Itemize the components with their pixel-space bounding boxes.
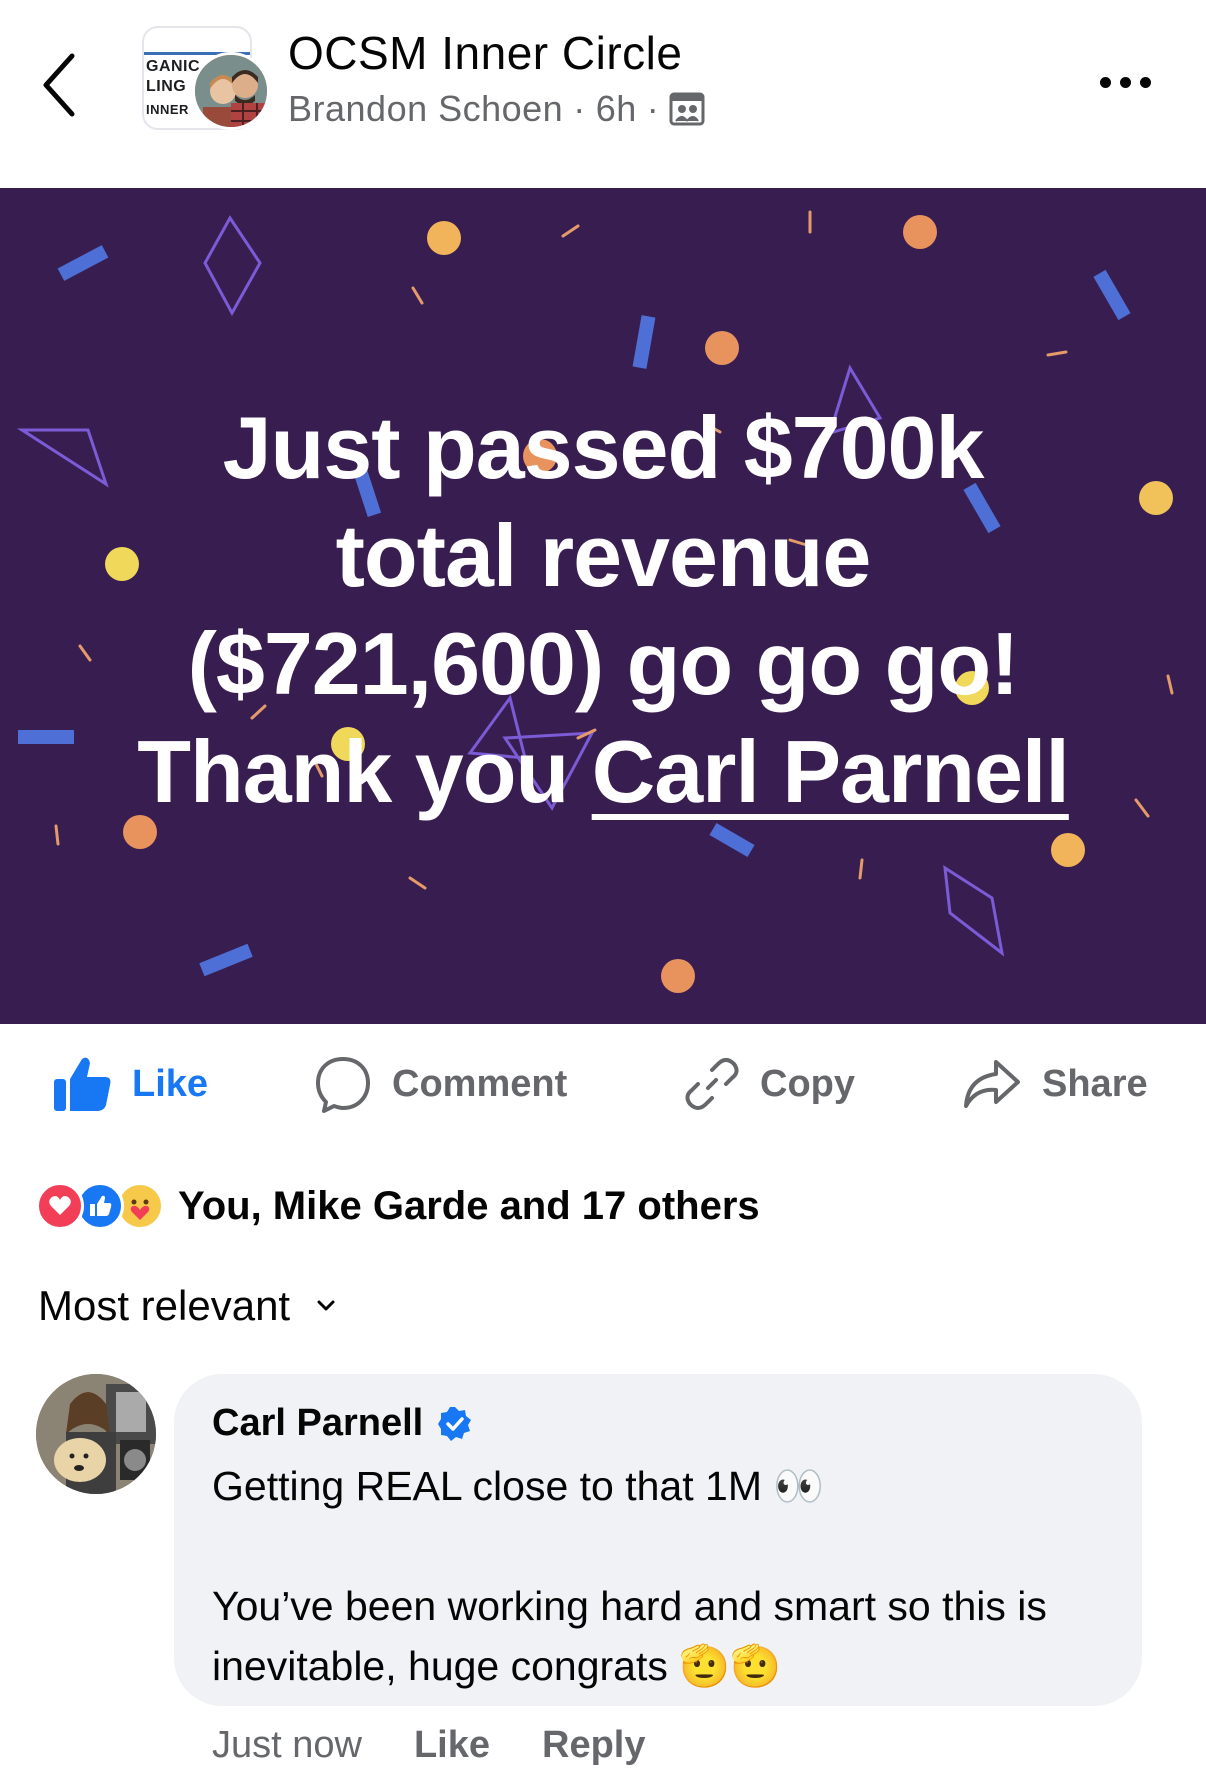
share-label: Share bbox=[1042, 1062, 1148, 1105]
comment-icon bbox=[316, 1057, 370, 1113]
reactions-summary[interactable]: You, Mike Garde and 17 others bbox=[36, 1176, 760, 1236]
like-label: Like bbox=[132, 1062, 209, 1105]
comment-author-name[interactable]: Carl Parnell bbox=[212, 1402, 423, 1445]
commenter-avatar[interactable] bbox=[36, 1374, 156, 1494]
comment-time[interactable]: Just now bbox=[212, 1724, 362, 1767]
comment-reply-button[interactable]: Reply bbox=[542, 1724, 645, 1767]
more-dot bbox=[1140, 76, 1151, 88]
separator: · bbox=[646, 88, 660, 129]
more-options-button[interactable] bbox=[1100, 62, 1170, 102]
banner-thank-text: Thank you bbox=[137, 722, 592, 821]
share-button[interactable]: Share bbox=[962, 1054, 1148, 1114]
share-icon bbox=[964, 1060, 1020, 1108]
author-avatar bbox=[192, 52, 270, 130]
post-time[interactable]: 6h bbox=[596, 88, 637, 130]
group-avatar[interactable]: GANIC LING INNER bbox=[142, 26, 270, 130]
banner-mention-link[interactable]: Carl Parnell bbox=[592, 722, 1070, 821]
chevron-left-icon bbox=[43, 53, 75, 117]
copy-link-button[interactable]: Copy bbox=[684, 1054, 855, 1114]
banner-line: ($721,600) go go go! bbox=[187, 614, 1020, 713]
chevron-down-icon bbox=[317, 1300, 335, 1311]
separator: · bbox=[573, 88, 586, 129]
comment-like-button[interactable]: Like bbox=[414, 1724, 490, 1767]
like-button[interactable]: Like bbox=[52, 1054, 208, 1114]
link-icon bbox=[685, 1058, 739, 1110]
more-dot bbox=[1120, 76, 1131, 88]
comment-button[interactable]: Comment bbox=[314, 1054, 567, 1114]
verified-badge-icon bbox=[438, 1406, 472, 1441]
comment-label: Comment bbox=[392, 1062, 568, 1105]
post-meta: Brandon Schoen · 6h · bbox=[288, 88, 705, 130]
comment-line: Getting REAL close to that 1M 👀 bbox=[212, 1463, 825, 1509]
thumbs-up-icon bbox=[54, 1057, 111, 1111]
more-dot bbox=[1100, 76, 1111, 88]
banner-line: total revenue bbox=[335, 506, 872, 605]
comment-sort-dropdown[interactable]: Most relevant bbox=[38, 1282, 336, 1330]
banner-line: Thank you Carl Parnell bbox=[40, 718, 1166, 826]
comment-line: You’ve been working hard and smart so th… bbox=[212, 1583, 1047, 1689]
group-privacy-icon bbox=[669, 92, 705, 126]
author-name[interactable]: Brandon Schoen bbox=[288, 88, 563, 130]
sort-label: Most relevant bbox=[38, 1282, 291, 1329]
post-banner[interactable]: Just passed $700k total revenue ($721,60… bbox=[0, 188, 1206, 1024]
copy-label: Copy bbox=[760, 1062, 855, 1105]
banner-text: Just passed $700k total revenue ($721,60… bbox=[40, 394, 1166, 826]
banner-line: Just passed $700k bbox=[222, 398, 985, 497]
comment-footer: Just now Like Reply bbox=[212, 1724, 646, 1767]
reactions-text: You, Mike Garde and 17 others bbox=[178, 1183, 760, 1228]
comment-author: Carl Parnell bbox=[212, 1402, 473, 1445]
group-name[interactable]: OCSM Inner Circle bbox=[288, 26, 682, 80]
comment-text: Getting REAL close to that 1M 👀 You’ve b… bbox=[212, 1456, 1132, 1696]
back-button[interactable] bbox=[40, 50, 100, 120]
love-reaction-icon bbox=[36, 1182, 84, 1230]
